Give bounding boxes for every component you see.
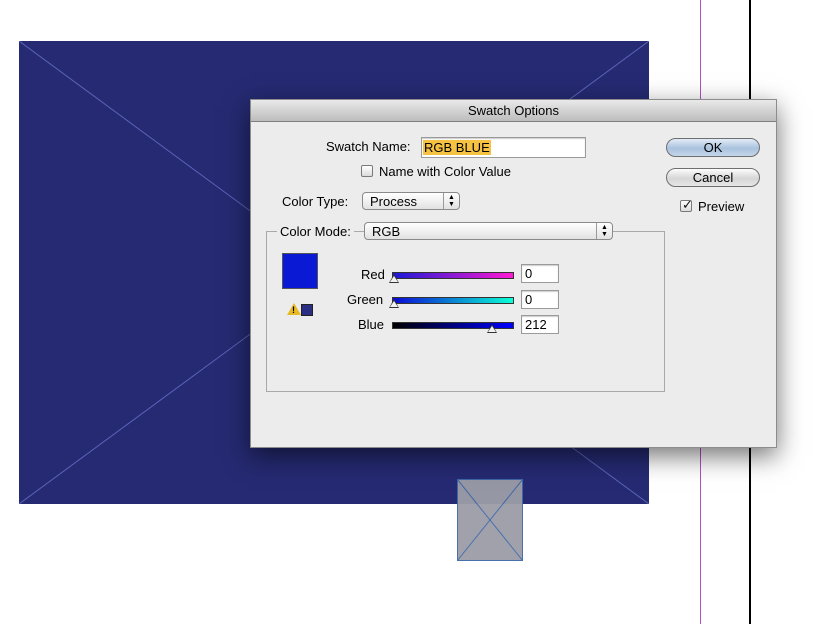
color-type-value: Process — [370, 194, 417, 209]
cancel-button[interactable]: Cancel — [666, 168, 760, 187]
red-label: Red — [361, 267, 385, 282]
popup-arrows-icon: ▲ ▼ — [443, 193, 459, 209]
slider-thumb-fill — [390, 301, 398, 307]
color-type-select[interactable]: Process ▲ ▼ — [362, 192, 460, 210]
color-mode-select[interactable]: RGB ▲ ▼ — [364, 222, 613, 240]
name-with-color-value-checkbox[interactable] — [361, 165, 373, 177]
color-preview-swatch — [282, 253, 318, 289]
swatch-options-dialog: Swatch Options Swatch Name: RGB BLUE Nam… — [250, 99, 777, 448]
frame-cross-lines — [457, 479, 523, 561]
blue-label: Blue — [358, 317, 385, 332]
green-slider[interactable] — [389, 297, 514, 308]
blue-value-input[interactable]: 212 — [521, 315, 559, 334]
color-type-label: Color Type: — [282, 194, 349, 209]
placeholder-frame-small[interactable] — [457, 479, 523, 561]
blue-slider-thumb[interactable] — [487, 324, 497, 333]
color-mode-value: RGB — [372, 224, 401, 239]
green-value-input[interactable]: 0 — [521, 290, 559, 309]
green-label: Green — [347, 292, 384, 307]
popup-arrows-icon: ▲ ▼ — [596, 223, 612, 239]
red-slider-thumb[interactable] — [389, 274, 399, 283]
color-mode-label: Color Mode: — [277, 224, 354, 239]
swatch-name-value: RGB BLUE — [423, 140, 491, 155]
checkmark-icon: ✓ — [682, 197, 693, 212]
green-slider-thumb[interactable] — [389, 299, 399, 308]
color-mode-group — [266, 231, 665, 392]
blue-slider[interactable] — [392, 322, 514, 333]
swatch-name-label: Swatch Name: — [326, 139, 411, 154]
preview-checkbox[interactable]: ✓ — [680, 197, 693, 212]
out-of-gamut-warning[interactable]: ! — [287, 303, 317, 317]
dialog-title: Swatch Options — [251, 100, 776, 122]
slider-thumb-fill — [488, 326, 496, 332]
swatch-name-input[interactable]: RGB BLUE — [421, 137, 586, 158]
gamut-swatch — [301, 304, 313, 316]
red-slider[interactable] — [389, 272, 514, 283]
ok-button[interactable]: OK — [666, 138, 760, 157]
preview-label: Preview — [698, 199, 745, 214]
warning-icon: ! — [287, 303, 301, 315]
slider-thumb-fill — [390, 276, 398, 282]
red-value-input[interactable]: 0 — [521, 264, 559, 283]
name-with-color-value-label: Name with Color Value — [379, 164, 511, 179]
